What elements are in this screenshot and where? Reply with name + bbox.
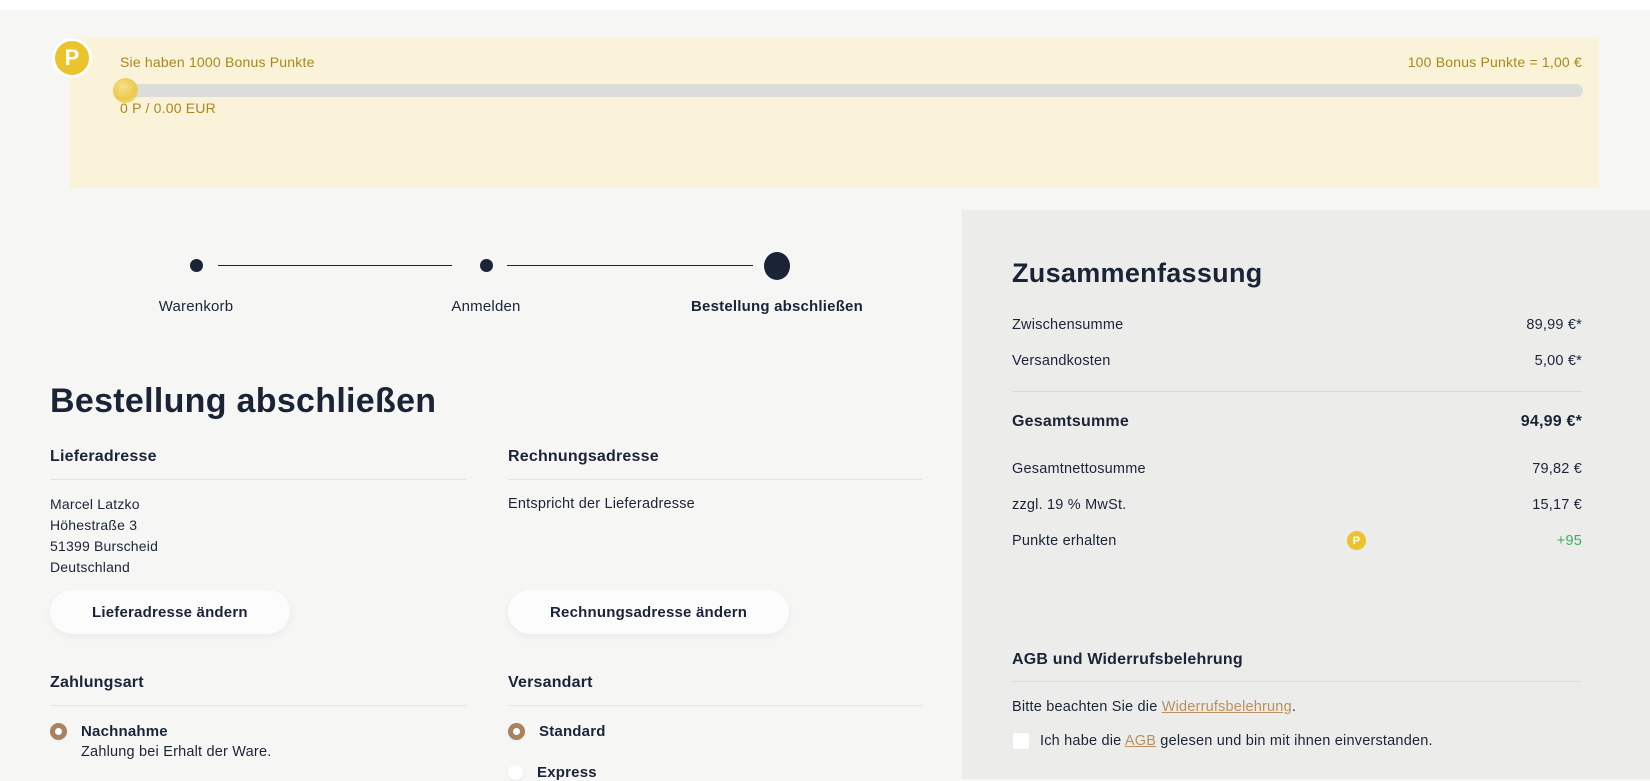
change-billing-address-button[interactable]: Rechnungsadresse ändern <box>508 590 789 634</box>
widerrufsbelehrung-link[interactable]: Widerrufsbelehrung <box>1162 699 1292 715</box>
bonus-points-slider[interactable] <box>120 84 1583 97</box>
payment-method-title: Zahlungsart <box>50 674 466 706</box>
summary-label: Punkte erhalten <box>1012 533 1117 549</box>
radio-selected-icon[interactable] <box>508 723 525 740</box>
agb-label-text: Ich habe die <box>1040 733 1125 749</box>
stepper-item-anmelden[interactable]: Anmelden <box>451 298 520 315</box>
summary-label: zzgl. 19 % MwSt. <box>1012 497 1126 513</box>
summary-row-net-total: Gesamtnettosumme 79,82 € <box>1012 461 1582 477</box>
agb-label-text: gelesen und bin mit ihnen einverstanden. <box>1156 733 1433 749</box>
agb-checkbox-label: Ich habe die AGB gelesen und bin mit ihn… <box>1040 733 1433 749</box>
summary-row-total: Gesamtsumme 94,99 €* <box>1012 413 1582 431</box>
summary-row-shipping-cost: Versandkosten 5,00 €* <box>1012 353 1582 369</box>
stepper-item-bestellung-abschliessen: Bestellung abschließen <box>691 298 863 315</box>
radio-unselected-icon[interactable] <box>508 765 523 780</box>
payment-option-nachnahme[interactable]: Nachnahme <box>50 723 466 740</box>
shipping-method-section: Versandart Standard Express <box>508 674 922 781</box>
shipping-option-label: Standard <box>539 723 606 740</box>
summary-total-label: Gesamtsumme <box>1012 413 1129 431</box>
address-name: Marcel Latzko <box>50 494 466 515</box>
step-dot-login <box>480 259 493 272</box>
billing-address-note: Entspricht der Lieferadresse <box>508 496 922 512</box>
summary-divider <box>1012 391 1582 392</box>
terms-notice: Bitte beachten Sie die Widerrufsbelehrun… <box>1012 699 1582 715</box>
agb-link[interactable]: AGB <box>1125 733 1156 749</box>
summary-label: Versandkosten <box>1012 353 1111 369</box>
shipping-address-title: Lieferadresse <box>50 448 466 480</box>
shipping-address-block: Marcel Latzko Höhestraße 3 51399 Bursche… <box>50 494 466 578</box>
step-connector <box>507 265 753 266</box>
radio-selected-icon[interactable] <box>50 723 67 740</box>
terms-title: AGB und Widerrufsbelehrung <box>1012 651 1582 682</box>
bonus-points-conversion: 100 Bonus Punkte = 1,00 € <box>1408 54 1582 70</box>
bonus-points-banner: P Sie haben 1000 Bonus Punkte 100 Bonus … <box>70 37 1599 188</box>
terms-section: AGB und Widerrufsbelehrung Bitte beachte… <box>1012 651 1582 750</box>
payment-option-description: Zahlung bei Erhalt der Ware. <box>81 744 466 760</box>
page-title: Bestellung abschließen <box>50 382 436 421</box>
summary-row-points-earned: Punkte erhalten P +95 <box>1012 533 1582 549</box>
summary-row-vat: zzgl. 19 % MwSt. 15,17 € <box>1012 497 1582 513</box>
order-summary-sidebar: Zusammenfassung Zwischensumme 89,99 €* V… <box>962 210 1650 779</box>
summary-label: Gesamtnettosumme <box>1012 461 1146 477</box>
payment-method-section: Zahlungsart Nachnahme Zahlung bei Erhalt… <box>50 674 466 760</box>
address-street: Höhestraße 3 <box>50 515 466 536</box>
shipping-option-express[interactable]: Express <box>508 764 922 781</box>
summary-value: 5,00 €* <box>1535 353 1582 369</box>
summary-row-subtotal: Zwischensumme 89,99 €* <box>1012 317 1582 333</box>
header-bottom-strip <box>0 0 1650 10</box>
payment-option-label: Nachnahme <box>81 723 168 740</box>
agb-checkbox[interactable] <box>1012 732 1030 750</box>
shipping-option-label: Express <box>537 764 597 781</box>
address-country: Deutschland <box>50 557 466 578</box>
summary-label: Zwischensumme <box>1012 317 1123 333</box>
shipping-address-section: Lieferadresse Marcel Latzko Höhestraße 3… <box>50 448 466 578</box>
shipping-option-standard[interactable]: Standard <box>508 723 922 740</box>
bonus-points-icon: P <box>52 38 92 78</box>
bonus-points-slider-value: 0 P / 0.00 EUR <box>120 100 216 116</box>
billing-address-section: Rechnungsadresse Entspricht der Lieferad… <box>508 448 922 512</box>
bonus-points-balance: Sie haben 1000 Bonus Punkte <box>120 54 315 70</box>
agb-checkbox-row: Ich habe die AGB gelesen und bin mit ihn… <box>1012 733 1582 750</box>
summary-value: 15,17 € <box>1532 497 1582 513</box>
step-dot-checkout-active <box>764 252 790 280</box>
summary-value: 79,82 € <box>1532 461 1582 477</box>
stepper-item-warenkorb[interactable]: Warenkorb <box>159 298 234 315</box>
billing-address-title: Rechnungsadresse <box>508 448 922 480</box>
step-dot-cart <box>190 259 203 272</box>
step-connector <box>218 265 452 266</box>
summary-title: Zusammenfassung <box>1012 258 1582 289</box>
address-city: 51399 Burscheid <box>50 536 466 557</box>
terms-notice-text: . <box>1292 699 1296 715</box>
points-icon: P <box>1347 531 1366 550</box>
points-earned-value: +95 <box>1557 533 1582 549</box>
terms-notice-text: Bitte beachten Sie die <box>1012 699 1162 715</box>
summary-value: 89,99 €* <box>1526 317 1582 333</box>
change-shipping-address-button[interactable]: Lieferadresse ändern <box>50 590 290 634</box>
checkout-stepper: Warenkorb Anmelden Bestellung abschließe… <box>50 240 930 335</box>
summary-total-value: 94,99 €* <box>1521 413 1582 431</box>
shipping-method-title: Versandart <box>508 674 922 706</box>
